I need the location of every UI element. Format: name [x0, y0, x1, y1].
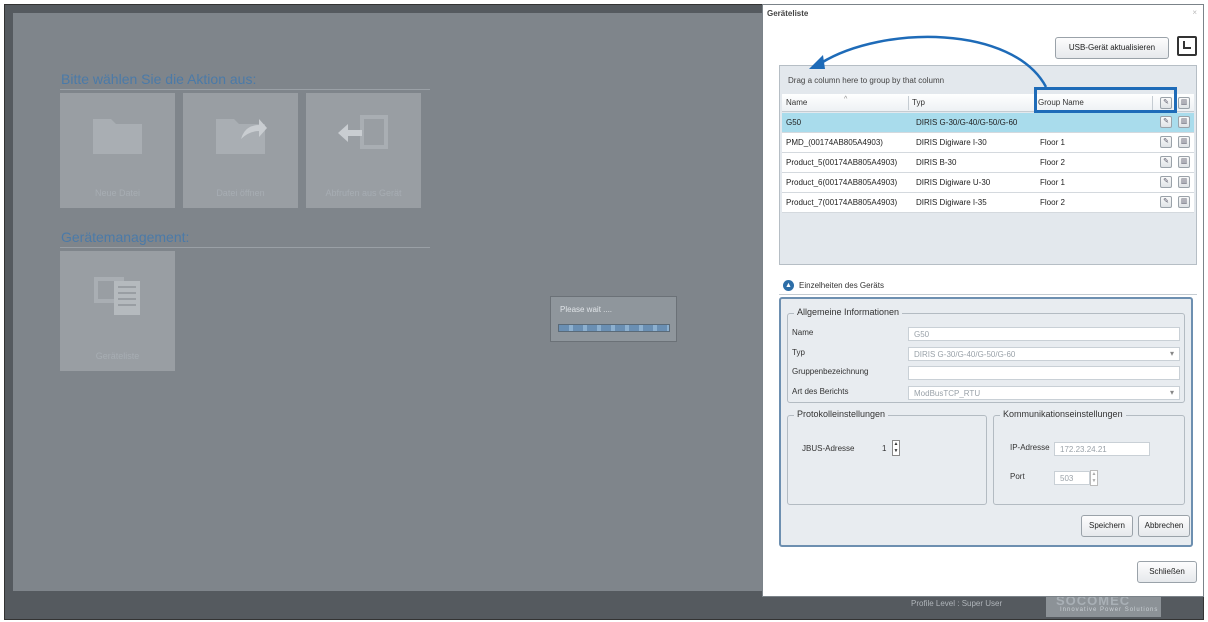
- table-row[interactable]: Product_5(00174AB805A4903) DIRIS B-30 Fl…: [782, 153, 1194, 173]
- section-divider: [60, 247, 430, 248]
- table-row[interactable]: Product_6(00174AB805A4903) DIRIS Digiwar…: [782, 173, 1194, 193]
- delete-icon[interactable]: ▥: [1178, 116, 1190, 128]
- usb-refresh-button[interactable]: USB-Gerät aktualisieren: [1055, 37, 1169, 59]
- delete-all-icon[interactable]: ▥: [1178, 97, 1190, 109]
- delete-icon[interactable]: ▥: [1178, 156, 1190, 168]
- progress-bar: [558, 324, 670, 332]
- group-field[interactable]: [908, 366, 1180, 380]
- dialog-title: Geräteliste: [767, 9, 809, 18]
- cell-group: Floor 2: [1040, 198, 1065, 207]
- cell-group: Floor 1: [1040, 178, 1065, 187]
- cell-name: Product_5(00174AB805A4903): [786, 158, 898, 167]
- device-list-tile[interactable]: Geräteliste: [60, 251, 175, 371]
- typ-select[interactable]: DIRIS G-30/G-40/G-50/G-60: [908, 347, 1180, 361]
- device-section-title: Gerätemanagement:: [61, 229, 190, 245]
- general-info-group: Allgemeine Informationen Name G50 Typ DI…: [787, 307, 1185, 403]
- tile-label: Neue Datei: [94, 188, 141, 198]
- folder-open-icon: [216, 119, 267, 154]
- jbus-label: JBUS-Adresse: [802, 444, 855, 453]
- port-stepper[interactable]: ▲ ▼: [1090, 470, 1098, 486]
- close-button[interactable]: Schließen: [1137, 561, 1197, 583]
- ip-field[interactable]: 172.23.24.21: [1054, 442, 1150, 456]
- name-label: Name: [792, 328, 814, 337]
- delete-icon[interactable]: ▥: [1178, 196, 1190, 208]
- port-label: Port: [1010, 472, 1025, 481]
- new-file-tile[interactable]: Neue Datei: [60, 93, 175, 208]
- edit-icon[interactable]: ✎: [1160, 176, 1172, 188]
- section-divider: [60, 89, 430, 90]
- delete-icon[interactable]: ▥: [1178, 176, 1190, 188]
- cell-name: G50: [786, 118, 802, 127]
- please-wait-dialog: Please wait ....: [550, 296, 677, 342]
- action-section-title: Bitte wählen Sie die Aktion aus:: [61, 71, 257, 87]
- group-name-highlight: [1034, 87, 1177, 113]
- name-field[interactable]: G50: [908, 327, 1180, 341]
- edit-icon[interactable]: ✎: [1160, 196, 1172, 208]
- table-row[interactable]: Product_7(00174AB805A4903) DIRIS Digiwar…: [782, 193, 1194, 213]
- save-button[interactable]: Speichern: [1081, 515, 1133, 537]
- cell-group: Floor 1: [1040, 138, 1065, 147]
- details-title: Einzelheiten des Geräts: [799, 281, 884, 290]
- profile-level: Profile Level : Super User: [911, 599, 1003, 608]
- column-separator: [908, 96, 909, 110]
- ip-label: IP-Adresse: [1010, 443, 1050, 452]
- cell-name: Product_6(00174AB805A4903): [786, 178, 898, 187]
- tile-label: Geräteliste: [95, 351, 140, 361]
- communication-legend: Kommunikationseinstellungen: [1000, 409, 1126, 419]
- device-details-panel: Allgemeine Informationen Name G50 Typ DI…: [779, 297, 1193, 547]
- cell-group: Floor 2: [1040, 158, 1065, 167]
- protocol-legend: Protokolleinstellungen: [794, 409, 889, 419]
- jbus-value[interactable]: 1: [882, 444, 886, 453]
- export-icon[interactable]: [1177, 36, 1197, 56]
- port-field[interactable]: 503: [1054, 471, 1090, 485]
- protocol-settings-group: Protokolleinstellungen JBUS-Adresse 1 ▲ ▼: [787, 409, 987, 505]
- please-wait-text: Please wait ....: [560, 305, 613, 314]
- cell-typ: DIRIS Digiware I-30: [916, 138, 987, 147]
- table-row[interactable]: G50 DIRIS G-30/G-40/G-50/G-60 ✎ ▥: [782, 113, 1194, 133]
- device-list-icon: [94, 277, 140, 315]
- import-from-device-icon: [338, 115, 388, 149]
- cancel-button[interactable]: Abbrechen: [1138, 515, 1190, 537]
- edit-icon[interactable]: ✎: [1160, 156, 1172, 168]
- tile-label: Datei öffnen: [216, 188, 265, 198]
- group-by-hint[interactable]: Drag a column here to group by that colu…: [788, 76, 944, 85]
- cell-typ: DIRIS G-30/G-40/G-50/G-60: [916, 118, 1018, 127]
- folder-icon: [93, 119, 142, 154]
- brand-tagline: Innovative Power Solutions: [1060, 607, 1159, 613]
- cell-name: PMD_(00174AB805A4903): [786, 138, 883, 147]
- details-header[interactable]: ▲ Einzelheiten des Geräts: [779, 277, 1197, 295]
- report-type-label: Art des Berichts: [792, 387, 849, 396]
- edit-icon[interactable]: ✎: [1160, 136, 1172, 148]
- general-info-legend: Allgemeine Informationen: [794, 307, 903, 317]
- cell-typ: DIRIS B-30: [916, 158, 957, 167]
- column-header-name[interactable]: Name ^: [786, 96, 847, 107]
- sort-ascending-icon: ^: [844, 96, 848, 103]
- tile-label: Abfrufen aus Gerät: [325, 188, 402, 198]
- edit-icon[interactable]: ✎: [1160, 116, 1172, 128]
- device-list-dialog: Geräteliste × USB-Gerät aktualisieren Dr…: [762, 4, 1204, 597]
- table-row[interactable]: PMD_(00174AB805A4903) DIRIS Digiware I-3…: [782, 133, 1194, 153]
- column-header-typ[interactable]: Typ: [912, 98, 925, 107]
- cell-typ: DIRIS Digiware I-35: [916, 198, 987, 207]
- open-file-tile[interactable]: Datei öffnen: [183, 93, 298, 208]
- cell-typ: DIRIS Digiware U-30: [916, 178, 991, 187]
- group-label: Gruppenbezeichnung: [792, 367, 869, 376]
- report-type-select[interactable]: ModBusTCP_RTU: [908, 386, 1180, 400]
- typ-label: Typ: [792, 348, 805, 357]
- delete-icon[interactable]: ▥: [1178, 136, 1190, 148]
- cell-name: Product_7(00174AB805A4903): [786, 198, 898, 207]
- read-from-device-tile[interactable]: Abfrufen aus Gerät: [306, 93, 421, 208]
- jbus-stepper[interactable]: ▲ ▼: [892, 440, 900, 456]
- close-icon[interactable]: ×: [1192, 8, 1197, 17]
- communication-settings-group: Kommunikationseinstellungen IP-Adresse 1…: [993, 409, 1185, 505]
- collapse-icon[interactable]: ▲: [783, 280, 794, 291]
